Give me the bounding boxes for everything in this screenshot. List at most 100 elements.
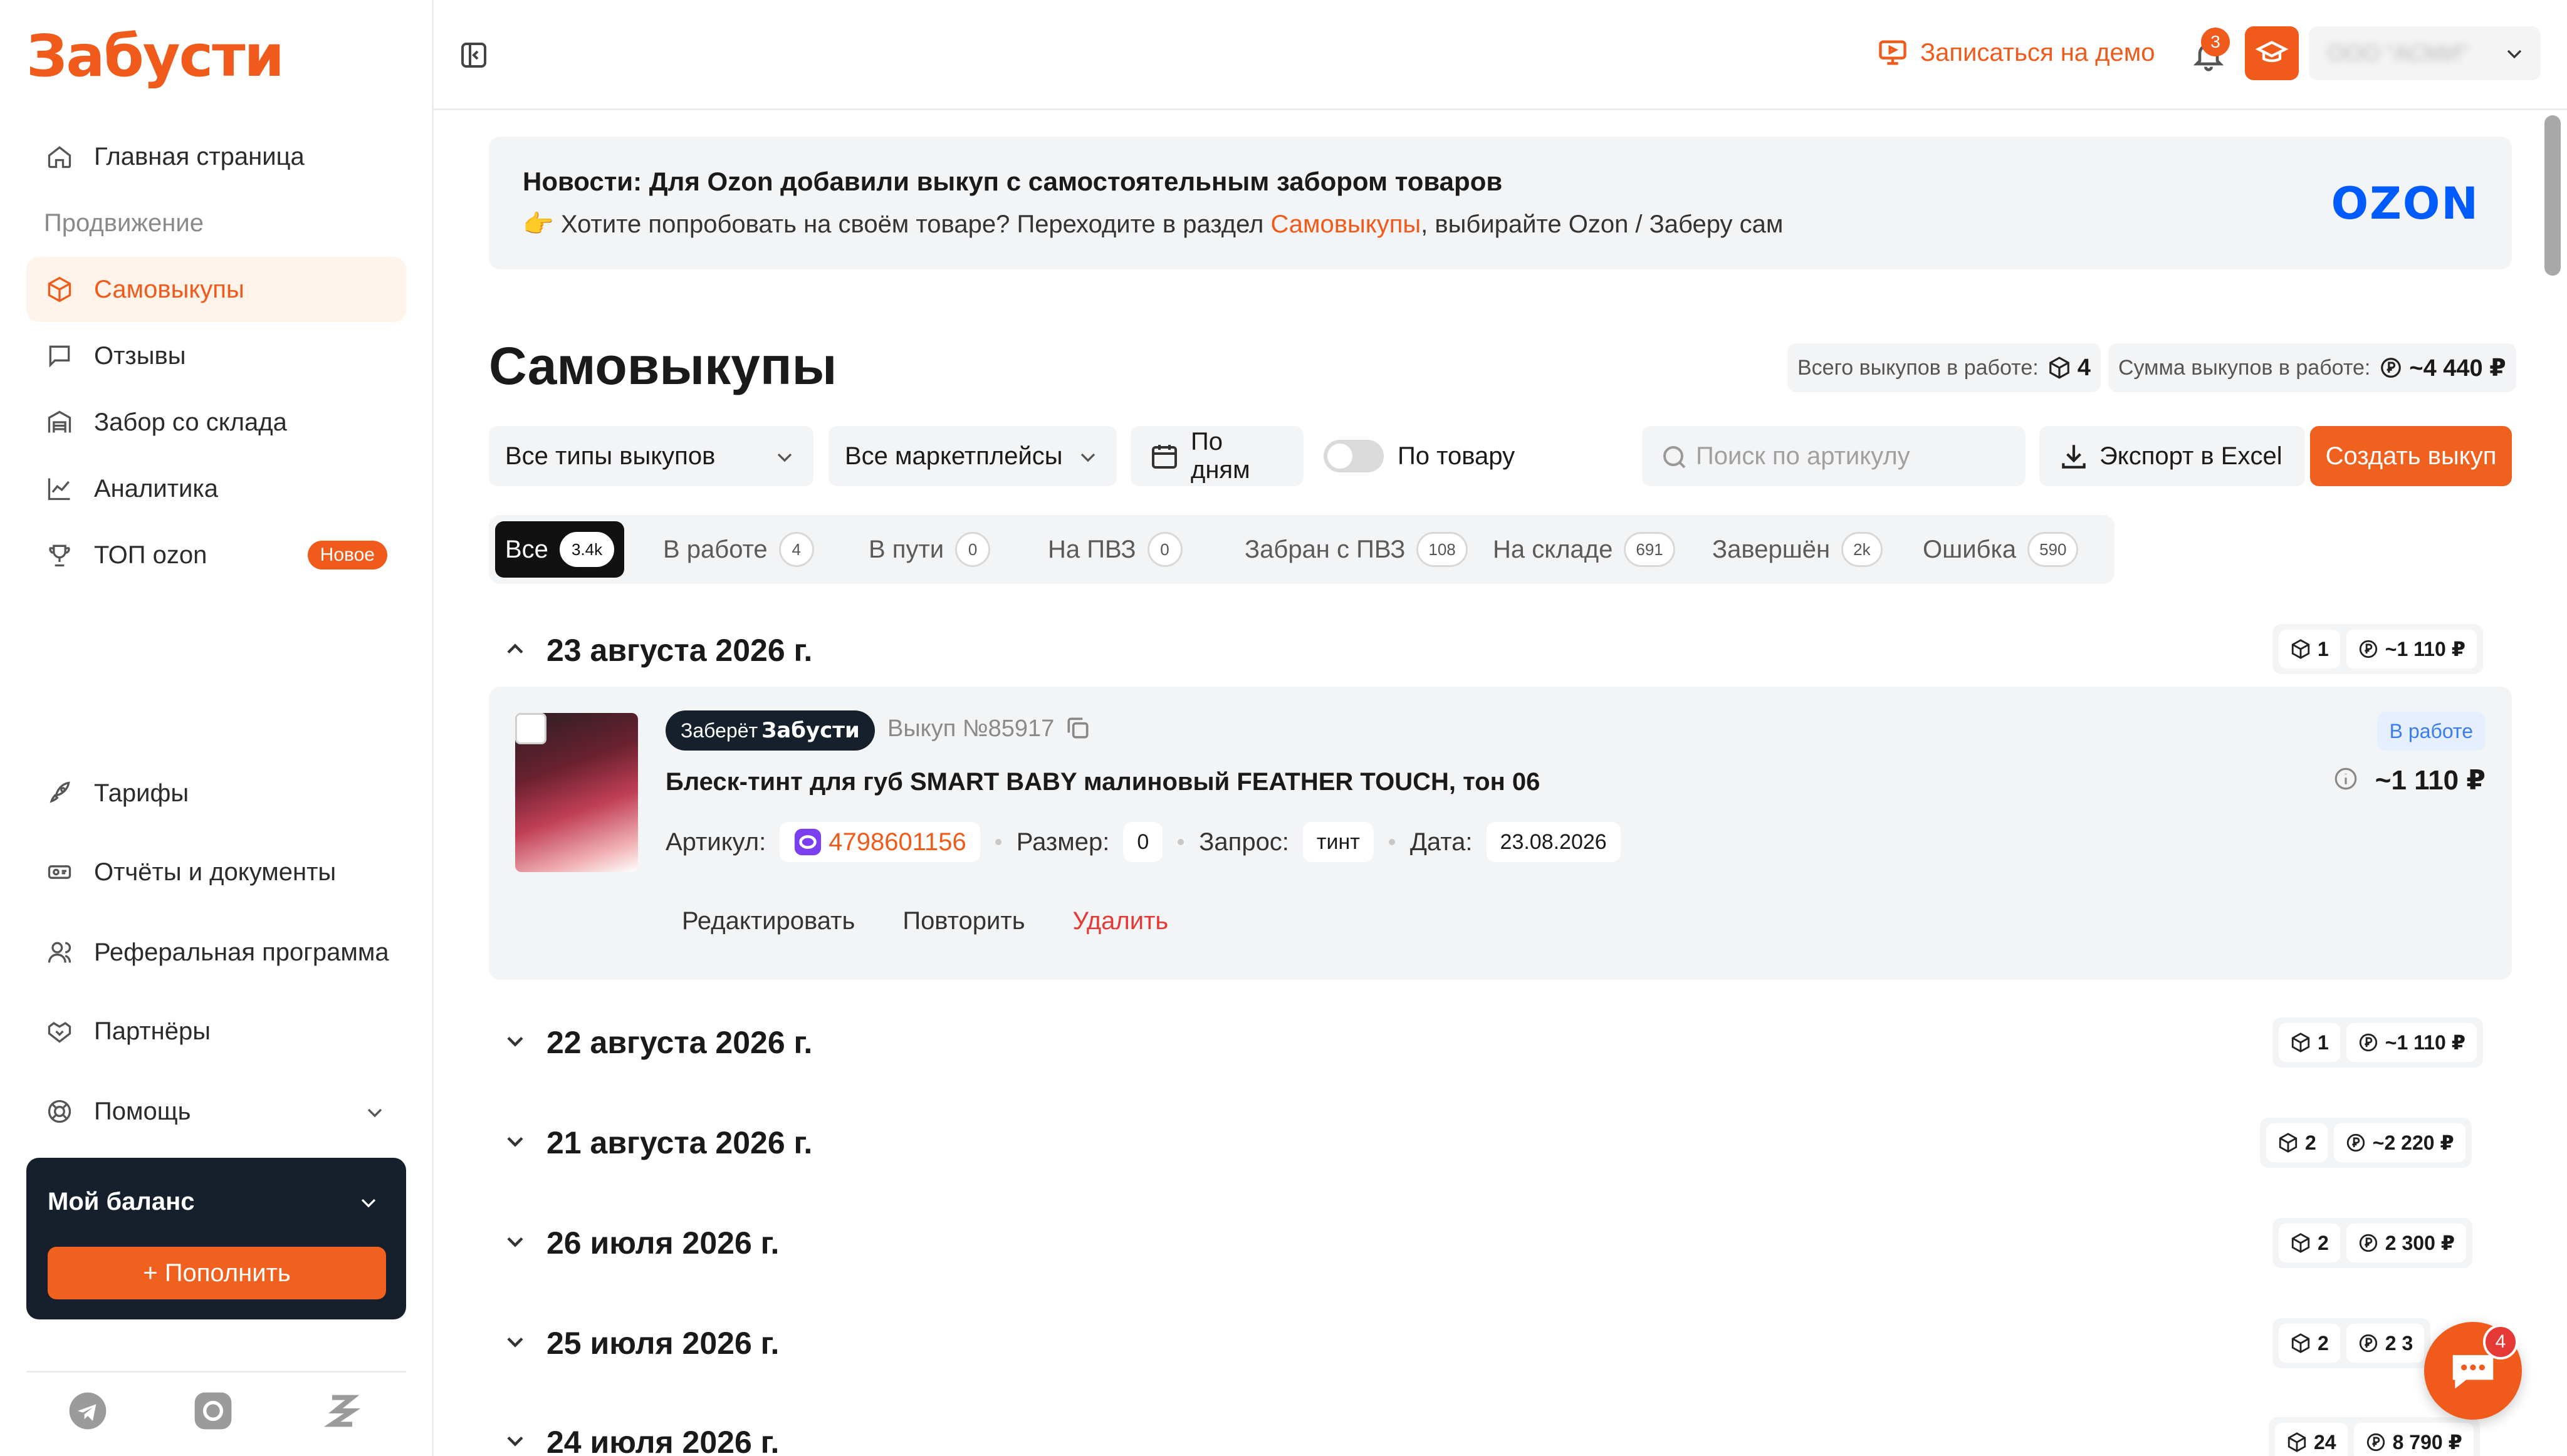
box-icon: [44, 274, 75, 305]
purchase-type-select[interactable]: Все типы выкупов: [489, 426, 813, 486]
tab-at-pickup-point[interactable]: На ПВЗ 0: [1038, 521, 1193, 578]
trophy-icon: [44, 539, 75, 571]
sidebar-item-reviews[interactable]: Отзывы: [26, 323, 406, 388]
chat-icon: [44, 340, 75, 372]
date-group-header[interactable]: 21 августа 2026 г.: [501, 1118, 812, 1168]
date-group-header[interactable]: 24 июля 2026 г.: [501, 1417, 779, 1456]
tab-completed[interactable]: Завершён 2k: [1702, 521, 1893, 578]
sidebar-item-tariffs[interactable]: Тарифы: [26, 761, 406, 826]
date-group-header[interactable]: 25 июля 2026 г.: [501, 1318, 779, 1368]
create-purchase-button[interactable]: Создать выкуп: [2310, 426, 2512, 486]
book-demo-label: Записаться на демо: [1920, 38, 2155, 66]
sum-in-work-stat: Сумма выкупов в работе: ~4 440 ₽: [2108, 343, 2516, 392]
tab-in-transit[interactable]: В пути 0: [859, 521, 1000, 578]
tab-count: 2k: [1841, 532, 1883, 567]
sku-chip[interactable]: 4798601156: [780, 822, 980, 862]
sidebar-item-analytics[interactable]: Аналитика: [26, 456, 406, 521]
by-product-label: По товару: [1398, 442, 1515, 470]
marketplace-select[interactable]: Все маркетплейсы: [829, 426, 1117, 486]
date-group-stats: 2 2 300 ₽: [2272, 1218, 2473, 1268]
group-sum-value: ~1 110 ₽: [2385, 1031, 2465, 1054]
box-icon: [2047, 356, 2071, 380]
sidebar-item-partners[interactable]: Партнёры: [26, 999, 406, 1064]
order-select-checkbox[interactable]: [515, 713, 546, 744]
group-sum: ~2 220 ₽: [2333, 1123, 2465, 1162]
tab-picked-up[interactable]: Забран с ПВЗ 108: [1235, 521, 1478, 578]
tab-all[interactable]: Все 3.4k: [495, 521, 625, 578]
sidebar: Забусти Главная страница Продвижение Сам…: [0, 0, 434, 1456]
tab-error[interactable]: Ошибка 590: [1913, 521, 2088, 578]
sidebar-item-reports[interactable]: Отчёты и документы: [26, 840, 406, 905]
search-icon: [1660, 442, 1690, 479]
topup-button[interactable]: + Пополнить: [48, 1247, 386, 1299]
chevron-down-icon[interactable]: [356, 1190, 381, 1219]
collapse-sidebar-icon[interactable]: [459, 40, 489, 73]
news-text: 👉 Хотите попробовать на своём товаре? Пе…: [523, 209, 1783, 239]
news-title: Новости: Для Ozon добавили выкуп с самос…: [523, 167, 1503, 196]
size-value: 0: [1123, 822, 1163, 862]
export-excel-button[interactable]: Экспорт в Excel: [2039, 426, 2305, 486]
by-product-toggle[interactable]: [1324, 440, 1384, 472]
repeat-button[interactable]: Повторить: [902, 907, 1025, 935]
date-group-title: 25 июля 2026 г.: [546, 1326, 780, 1361]
pickup-prefix: Заберёт: [681, 719, 758, 742]
tab-label: На ПВЗ: [1048, 535, 1136, 563]
group-sum: ~1 110 ₽: [2346, 1023, 2477, 1062]
tab-in-work[interactable]: В работе 4: [653, 521, 824, 578]
zabusti-icon[interactable]: [322, 1391, 362, 1431]
edit-button[interactable]: Редактировать: [682, 907, 855, 935]
box-icon: [2291, 1333, 2310, 1353]
telegram-icon[interactable]: [68, 1391, 108, 1431]
total-in-work-stat: Всего выкупов в работе: 4: [1787, 343, 2101, 392]
date-value: 23.08.2026: [1486, 822, 1621, 862]
sidebar-item-referral[interactable]: Реферальная программа: [26, 920, 406, 985]
date-group-title: 22 августа 2026 г.: [546, 1025, 813, 1060]
warehouse-icon: [44, 407, 75, 438]
presentation-icon: [1876, 36, 1909, 69]
notifications-count: 3: [2201, 28, 2230, 56]
date-group-stats: 2 2 3: [2272, 1318, 2431, 1368]
page-title: Самовыкупы: [489, 336, 837, 395]
group-count: 1: [2279, 1023, 2340, 1062]
app-logo[interactable]: Забусти: [26, 23, 285, 90]
chevron-down-icon: [1075, 445, 1101, 476]
info-icon[interactable]: [2333, 766, 2359, 795]
by-days-button[interactable]: По дням: [1131, 426, 1304, 486]
date-group-title: 26 июля 2026 г.: [546, 1225, 780, 1261]
tab-in-warehouse[interactable]: На складе 691: [1483, 521, 1685, 578]
ruble-coin-icon: [2359, 640, 2377, 658]
chevron-down-icon[interactable]: [362, 1100, 387, 1131]
tab-label: В пути: [869, 535, 944, 563]
sidebar-item-warehouse-pickup[interactable]: Забор со склада: [26, 390, 406, 455]
sku-search-input[interactable]: Поиск по артикулу: [1642, 426, 2026, 486]
scrollbar-thumb[interactable]: [2544, 115, 2561, 276]
handshake-icon: [44, 1016, 75, 1047]
chevron-up-icon: [501, 635, 531, 666]
topbar: Записаться на демо 3 ООО "АСМИ": [434, 0, 2567, 110]
user-menu[interactable]: ООО "АСМИ": [2309, 26, 2541, 80]
news-link-self-purchases[interactable]: Самовыкупы: [1270, 211, 1421, 238]
tab-count: 0: [1147, 532, 1183, 567]
copy-icon[interactable]: [1064, 714, 1092, 745]
ruble-coin-icon: [2366, 1433, 2385, 1452]
sidebar-item-top-ozon[interactable]: ТОП ozon Новое: [26, 523, 406, 588]
group-count: 1: [2279, 630, 2340, 668]
date-group-header[interactable]: 26 июля 2026 г.: [501, 1218, 779, 1268]
scrollbar-track[interactable]: [2542, 113, 2563, 1456]
total-in-work-value: 4: [2077, 354, 2091, 381]
vk-icon[interactable]: [193, 1391, 233, 1431]
sidebar-item-self-purchases[interactable]: Самовыкупы: [26, 257, 406, 322]
chart-icon: [44, 473, 75, 504]
date-group-header[interactable]: 22 августа 2026 г.: [501, 1017, 812, 1068]
sidebar-item-help[interactable]: Помощь: [26, 1079, 406, 1144]
pickup-brand: Забусти: [761, 718, 860, 743]
date-group-header[interactable]: 23 августа 2026 г.: [501, 625, 812, 675]
tab-count: 590: [2027, 532, 2079, 567]
group-count-value: 2: [2305, 1131, 2316, 1154]
date-group-title: 21 августа 2026 г.: [546, 1125, 813, 1160]
delete-button[interactable]: Удалить: [1073, 907, 1169, 935]
group-sum: 2 300 ₽: [2346, 1224, 2467, 1262]
sidebar-item-home[interactable]: Главная страница: [26, 124, 406, 189]
education-button[interactable]: [2245, 26, 2299, 80]
book-demo-link[interactable]: Записаться на демо: [1876, 36, 2155, 69]
